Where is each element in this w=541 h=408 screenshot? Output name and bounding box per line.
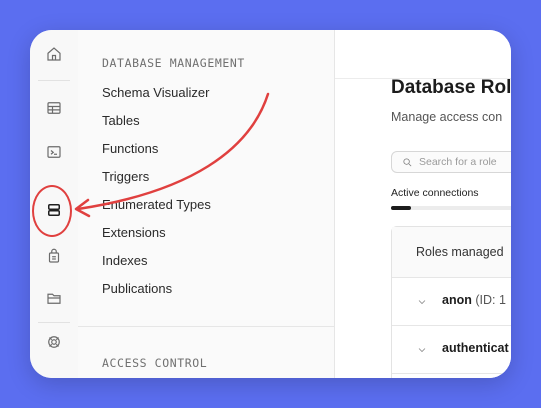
roles-list: Roles managed anon (ID: 1 authenticat	[391, 226, 511, 378]
access-control-heading: ACCESS CONTROL	[102, 356, 208, 370]
realtime-icon[interactable]	[42, 330, 66, 354]
database-management-list: Schema Visualizer Tables Functions Trigg…	[102, 86, 211, 310]
roles-list-header: Roles managed	[392, 227, 511, 278]
table-editor-icon[interactable]	[42, 96, 66, 120]
role-name-text: authenticat	[442, 341, 509, 355]
active-connections-label: Active connections	[391, 187, 479, 199]
roles-header-text: Roles managed	[416, 245, 504, 259]
menu-item-triggers[interactable]: Triggers	[102, 170, 211, 198]
menu-item-enumerated-types[interactable]: Enumerated Types	[102, 198, 211, 226]
search-icon	[403, 157, 412, 166]
role-id: (ID: 1	[475, 293, 506, 307]
menu-item-extensions[interactable]: Extensions	[102, 226, 211, 254]
role-row-anon[interactable]: anon (ID: 1	[392, 277, 511, 326]
app-window: DATABASE MANAGEMENT Schema Visualizer Ta…	[30, 30, 511, 378]
rail-divider	[38, 322, 70, 323]
active-connections-fill	[391, 206, 411, 210]
role-name-text: anon	[442, 293, 472, 307]
page-title: Database Rol	[391, 77, 511, 98]
chevron-down-icon	[416, 343, 428, 355]
icon-rail	[30, 30, 79, 378]
menu-divider	[78, 326, 334, 327]
auth-icon[interactable]	[42, 244, 66, 268]
chevron-down-icon	[416, 295, 428, 307]
database-menu: DATABASE MANAGEMENT Schema Visualizer Ta…	[78, 30, 335, 378]
menu-item-functions[interactable]: Functions	[102, 142, 211, 170]
search-input[interactable]	[419, 156, 511, 168]
menu-item-publications[interactable]: Publications	[102, 282, 211, 310]
menu-item-tables[interactable]: Tables	[102, 114, 211, 142]
role-name: authenticat	[442, 341, 509, 355]
menu-item-schema-visualizer[interactable]: Schema Visualizer	[102, 86, 211, 114]
database-management-heading: DATABASE MANAGEMENT	[102, 56, 245, 70]
main-panel: Database Rol Manage access con Active co…	[335, 30, 511, 378]
sql-editor-icon[interactable]	[42, 140, 66, 164]
database-icon[interactable]	[42, 198, 66, 222]
active-connections-bar	[391, 206, 511, 210]
top-bar	[335, 30, 511, 79]
menu-item-indexes[interactable]: Indexes	[102, 254, 211, 282]
home-icon[interactable]	[42, 42, 66, 66]
role-search[interactable]	[391, 151, 511, 173]
page-subtitle: Manage access con	[391, 110, 503, 124]
role-name: anon (ID: 1	[442, 293, 506, 307]
rail-divider	[38, 80, 70, 81]
role-row-authenticated[interactable]: authenticat	[392, 325, 511, 374]
storage-icon[interactable]	[42, 286, 66, 310]
